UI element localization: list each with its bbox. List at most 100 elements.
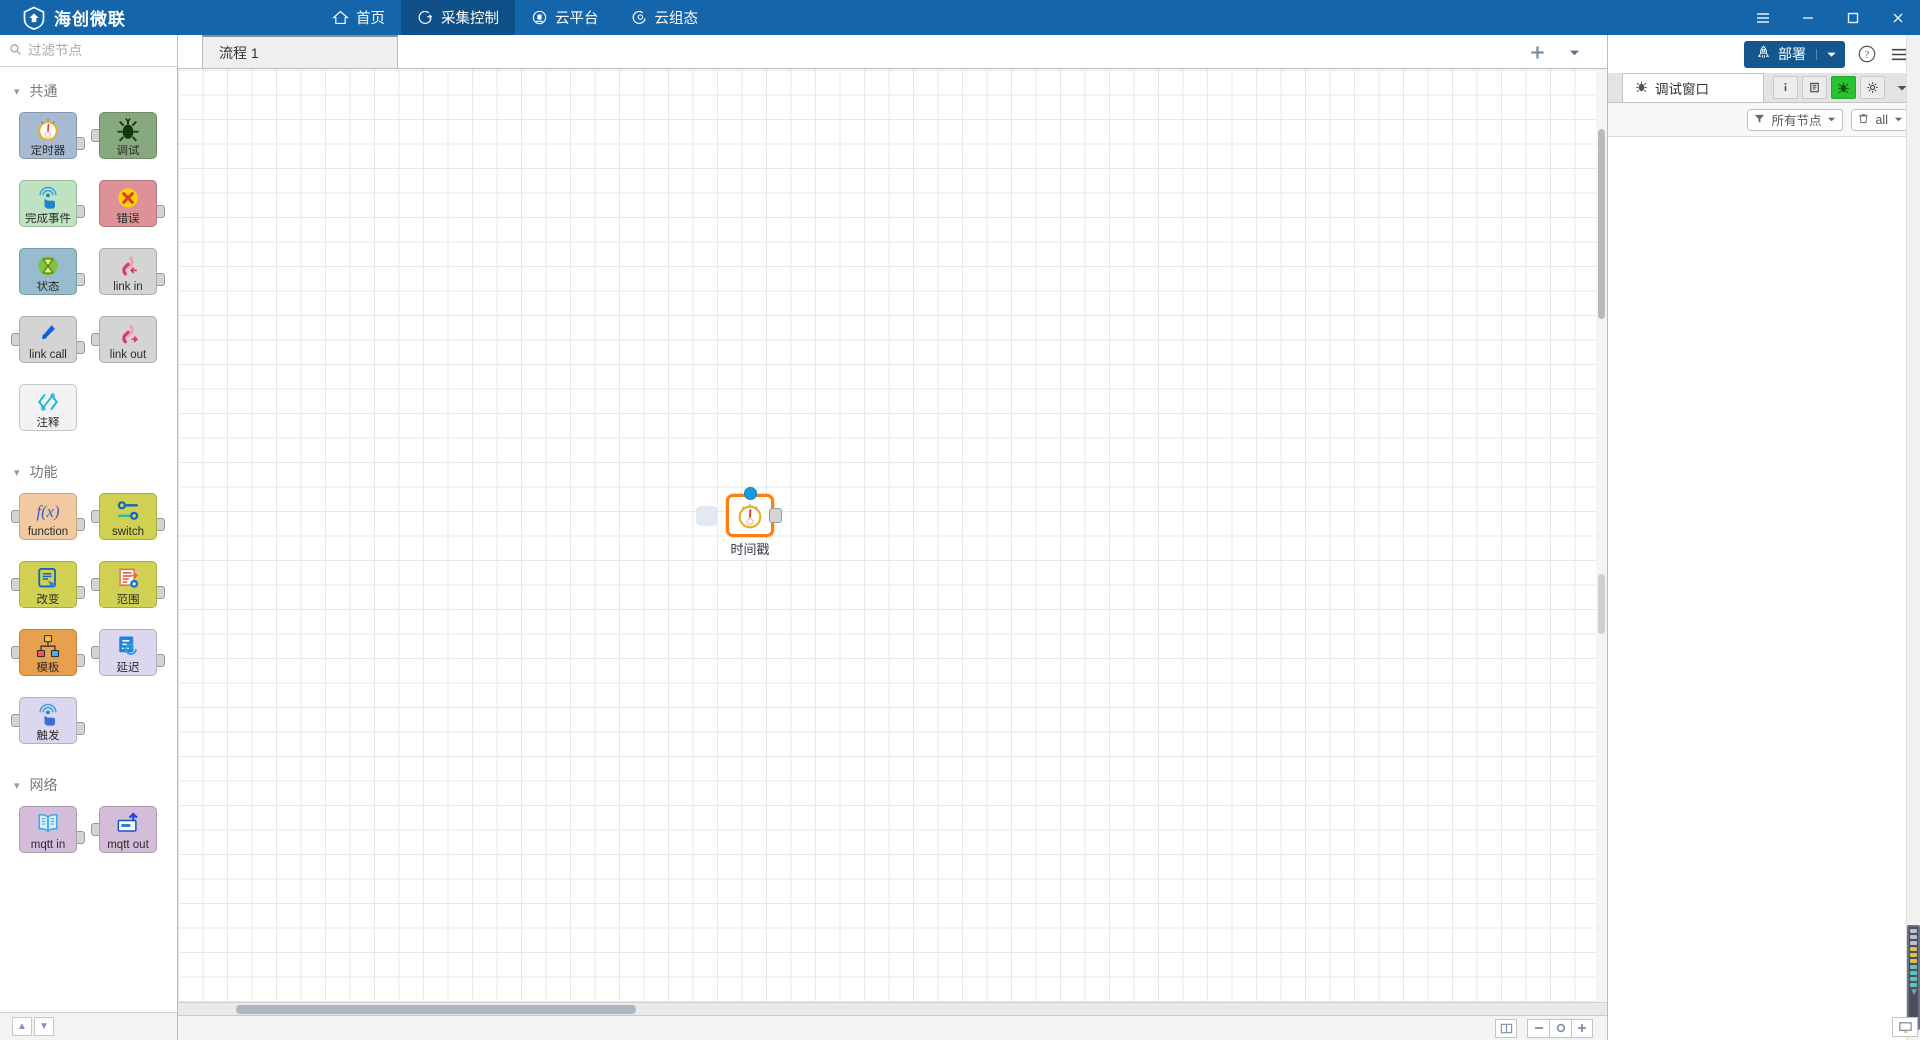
palette-node-注释[interactable]: 注释 <box>12 384 84 443</box>
palette-node-mqtt in[interactable]: mqtt in <box>12 806 85 865</box>
status-icon <box>34 251 62 281</box>
nav-item-home[interactable]: 首页 <box>316 0 401 35</box>
fit-view-icon[interactable] <box>1495 1018 1517 1038</box>
palette-node-body[interactable]: 模板 <box>19 629 77 676</box>
nav-item-cloud-config[interactable]: 云组态 <box>615 0 715 35</box>
canvas-vertical-scrollbar[interactable] <box>1596 69 1607 1002</box>
palette-node-link call[interactable]: link call <box>11 316 85 375</box>
palette-node-状态[interactable]: 状态 <box>12 248 85 307</box>
link-in-icon <box>114 251 142 281</box>
palette-node-延迟[interactable]: 延迟 <box>91 629 165 688</box>
palette-node-function[interactable]: f(x) function <box>11 493 85 552</box>
scroll-thumb-horizontal[interactable] <box>236 1005 636 1014</box>
flow-tab-1[interactable]: 流程 1 <box>202 35 398 68</box>
chevron-down-icon[interactable]: ▼ <box>1909 987 1919 998</box>
palette-node-body[interactable]: 调试 <box>99 112 157 159</box>
chevron-down-icon[interactable] <box>1568 46 1581 59</box>
palette-node-body[interactable]: link out <box>99 316 157 363</box>
gear-icon[interactable] <box>1860 76 1885 99</box>
palette-search-bar[interactable] <box>0 35 177 67</box>
expand-down-icon[interactable]: ▼ <box>34 1017 54 1036</box>
maximize-button[interactable] <box>1830 0 1875 35</box>
mqtt-in-icon <box>34 809 62 839</box>
palette-node-body[interactable]: 改变 <box>19 561 77 608</box>
palette-node-模板[interactable]: 模板 <box>11 629 85 688</box>
palette-node-body[interactable]: 延迟 <box>99 629 157 676</box>
flow-canvas[interactable]: 时间戳 <box>178 69 1607 1015</box>
circle-icon[interactable] <box>1549 1018 1571 1038</box>
help-circle-icon[interactable]: ? <box>1857 44 1877 64</box>
nav-label-cloud-platform: 云平台 <box>555 11 599 27</box>
palette-node-定时器[interactable]: 定时器 <box>12 112 85 171</box>
palette-category-功能[interactable]: ▾ 功能 <box>0 457 177 487</box>
clear-scope-label: all <box>1875 112 1888 127</box>
palette-node-body[interactable]: 状态 <box>19 248 77 295</box>
palette-node-body[interactable]: 范围 <box>99 561 157 608</box>
canvas-horizontal-scrollbar[interactable] <box>178 1002 1607 1015</box>
palette-node-body[interactable]: link call <box>19 316 77 363</box>
scroll-thumb[interactable] <box>1598 129 1605 319</box>
node-filter-label: 所有节点 <box>1771 114 1822 128</box>
nav-item-cloud-platform[interactable]: 云平台 <box>515 0 615 35</box>
minus-icon[interactable] <box>1527 1018 1549 1038</box>
chevron-down-icon[interactable] <box>1816 48 1837 60</box>
workspace: ▾ 共通 定时器 调试 完成事件 错误 <box>0 35 1920 1040</box>
close-button[interactable] <box>1875 0 1920 35</box>
minimize-button[interactable] <box>1785 0 1830 35</box>
palette-node-body[interactable]: mqtt out <box>99 806 157 853</box>
palette-node-错误[interactable]: 错误 <box>92 180 165 239</box>
clear-messages-dropdown[interactable]: all <box>1851 108 1910 131</box>
scroll-thumb-secondary[interactable] <box>1598 574 1605 634</box>
collapse-up-icon[interactable]: ▲ <box>12 1017 32 1036</box>
bug-icon <box>114 115 142 145</box>
palette-node-mqtt out[interactable]: mqtt out <box>91 806 164 865</box>
deploy-button[interactable]: 部署 <box>1744 40 1845 68</box>
bug-icon[interactable] <box>1831 76 1856 99</box>
palette-node-grid: f(x) function switch 改变 范围 模板 延迟 触发 <box>0 487 177 761</box>
window-controls <box>1740 0 1920 35</box>
canvas-node-timestamp[interactable]: 时间戳 <box>696 487 782 557</box>
palette-node-link out[interactable]: link out <box>91 316 164 375</box>
palette-node-触发[interactable]: 触发 <box>11 697 85 756</box>
monitor-icon[interactable] <box>1892 1017 1918 1037</box>
palette-scroll-region[interactable]: ▾ 共通 定时器 调试 完成事件 错误 状态 link in link call… <box>0 67 177 1012</box>
book-icon[interactable] <box>1802 76 1827 99</box>
app-menu-button[interactable] <box>1740 0 1785 35</box>
sidebar-tab-label: 调试窗口 <box>1655 82 1709 97</box>
canvas-node-body[interactable] <box>726 494 774 537</box>
plus-icon[interactable] <box>1529 44 1546 61</box>
palette-node-body[interactable]: 注释 <box>19 384 77 431</box>
collect-control-icon <box>417 9 434 26</box>
palette-node-body[interactable]: switch <box>99 493 157 540</box>
debug-message-list[interactable] <box>1608 137 1920 1040</box>
palette-node-body[interactable]: 完成事件 <box>19 180 77 227</box>
palette-node-body[interactable]: 定时器 <box>19 112 77 159</box>
palette-node-调试[interactable]: 调试 <box>91 112 164 171</box>
palette-category-网络[interactable]: ▾ 网络 <box>0 770 177 800</box>
nav-item-collect-control[interactable]: 采集控制 <box>401 0 515 35</box>
palette-node-label: switch <box>112 526 144 538</box>
palette-category-label: 共通 <box>29 83 58 99</box>
palette-node-body[interactable]: mqtt in <box>19 806 77 853</box>
palette-category-共通[interactable]: ▾ 共通 <box>0 76 177 106</box>
plus-icon[interactable] <box>1571 1018 1593 1038</box>
node-filter-dropdown[interactable]: 所有节点 <box>1747 108 1844 131</box>
error-icon <box>114 183 142 213</box>
sidebar-right-edge: ▼ <box>1892 35 1920 1040</box>
palette-node-body[interactable]: link in <box>99 248 157 295</box>
info-icon[interactable] <box>1773 76 1798 99</box>
flow-tab-bar: 流程 1 <box>178 35 1607 69</box>
palette-node-body[interactable]: 触发 <box>19 697 77 744</box>
palette-node-改变[interactable]: 改变 <box>11 561 85 620</box>
palette-node-范围[interactable]: 范围 <box>91 561 165 620</box>
palette-node-body[interactable]: 错误 <box>99 180 157 227</box>
palette-node-switch[interactable]: switch <box>91 493 165 552</box>
deploy-label: 部署 <box>1778 46 1806 62</box>
comment-icon <box>34 387 62 417</box>
palette-node-body[interactable]: f(x) function <box>19 493 77 540</box>
palette-node-link in[interactable]: link in <box>92 248 165 307</box>
sidebar-tab-debug[interactable]: 调试窗口 <box>1622 73 1764 102</box>
palette-node-完成事件[interactable]: 完成事件 <box>12 180 85 239</box>
search-input[interactable] <box>28 43 158 58</box>
node-output-port[interactable] <box>769 508 782 523</box>
